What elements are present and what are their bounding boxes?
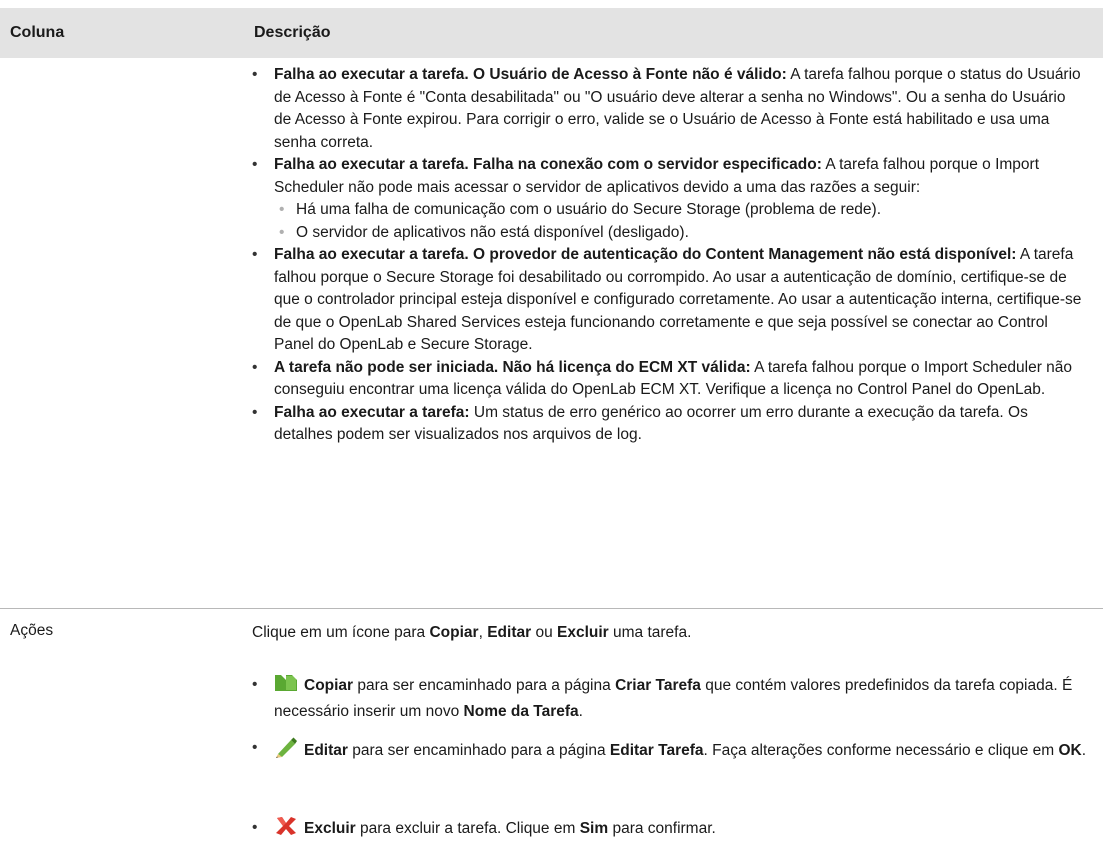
intro-text: uma tarefa.	[608, 624, 692, 641]
copy-icon	[274, 673, 298, 700]
sublist-item: O servidor de aplicativos não está dispo…	[274, 222, 1082, 245]
intro-text: ou	[531, 624, 557, 641]
action-edit-label: Editar	[304, 742, 348, 759]
intro-text: ,	[478, 624, 488, 641]
delete-x-icon	[274, 816, 298, 843]
action-target-page: Criar Tarefa	[615, 677, 701, 694]
list-item: A tarefa não pode ser iniciada. Não há l…	[252, 357, 1082, 402]
list-item: Falha ao executar a tarefa: Um status de…	[252, 402, 1082, 447]
action-delete-item: Excluir para excluir a tarefa. Clique em…	[252, 816, 1103, 843]
status-name: Falha ao executar a tarefa:	[274, 403, 470, 421]
sublist-item: Há uma falha de comunicação com o usuári…	[274, 199, 1082, 222]
action-text: .	[578, 703, 583, 720]
action-field-name: Nome da Tarefa	[463, 703, 579, 720]
action-target-page: Editar Tarefa	[609, 742, 704, 759]
list-item: Falha ao executar a tarefa. O provedor d…	[252, 244, 1082, 357]
action-text: .	[1081, 742, 1087, 759]
pencil-icon	[274, 736, 298, 765]
action-ok-label: OK	[1058, 742, 1082, 759]
intro-copiar: Copiar	[429, 624, 479, 641]
acoes-intro: Clique em um ícone para Copiar, Editar o…	[252, 622, 691, 644]
action-text: para ser encaminhado para a página	[353, 677, 616, 694]
action-text: . Faça alterações conforme necessário e …	[703, 742, 1059, 759]
action-copy-item: Copiar para ser encaminhado para a págin…	[252, 673, 1103, 723]
acoes-row-label: Ações	[10, 622, 54, 639]
status-name: Falha ao executar a tarefa. O Usuário de…	[274, 66, 787, 83]
action-copy-label: Copiar	[304, 677, 354, 694]
status-description-list: Falha ao executar a tarefa. O Usuário de…	[252, 64, 1082, 447]
action-delete-label: Excluir	[304, 820, 356, 837]
status-name: A tarefa não pode ser iniciada. Não há l…	[274, 358, 751, 376]
intro-excluir: Excluir	[557, 624, 609, 641]
reasons-sublist: Há uma falha de comunicação com o usuári…	[274, 199, 1082, 244]
row-divider	[0, 608, 1103, 609]
table-header: Coluna Descrição	[0, 8, 1103, 58]
action-confirm-label: Sim	[579, 820, 609, 837]
list-item: Falha ao executar a tarefa. Falha na con…	[252, 154, 1082, 244]
doc-page: Coluna Descrição Falha ao executar a tar…	[0, 0, 1103, 859]
status-name: Falha ao executar a tarefa. O provedor d…	[274, 246, 1017, 263]
action-text: para ser encaminhado para a página	[347, 742, 610, 759]
intro-editar: Editar	[487, 624, 532, 641]
action-text: para confirmar.	[608, 820, 716, 837]
column-header-coluna: Coluna	[10, 24, 65, 41]
status-name: Falha ao executar a tarefa. Falha na con…	[274, 156, 822, 173]
intro-text: Clique em um ícone para	[252, 624, 430, 641]
list-item: Falha ao executar a tarefa. O Usuário de…	[252, 64, 1082, 154]
column-header-descricao: Descrição	[254, 24, 331, 41]
action-edit-item: Editar para ser encaminhado para a págin…	[252, 736, 1103, 765]
action-text: para excluir a tarefa. Clique em	[355, 820, 580, 837]
